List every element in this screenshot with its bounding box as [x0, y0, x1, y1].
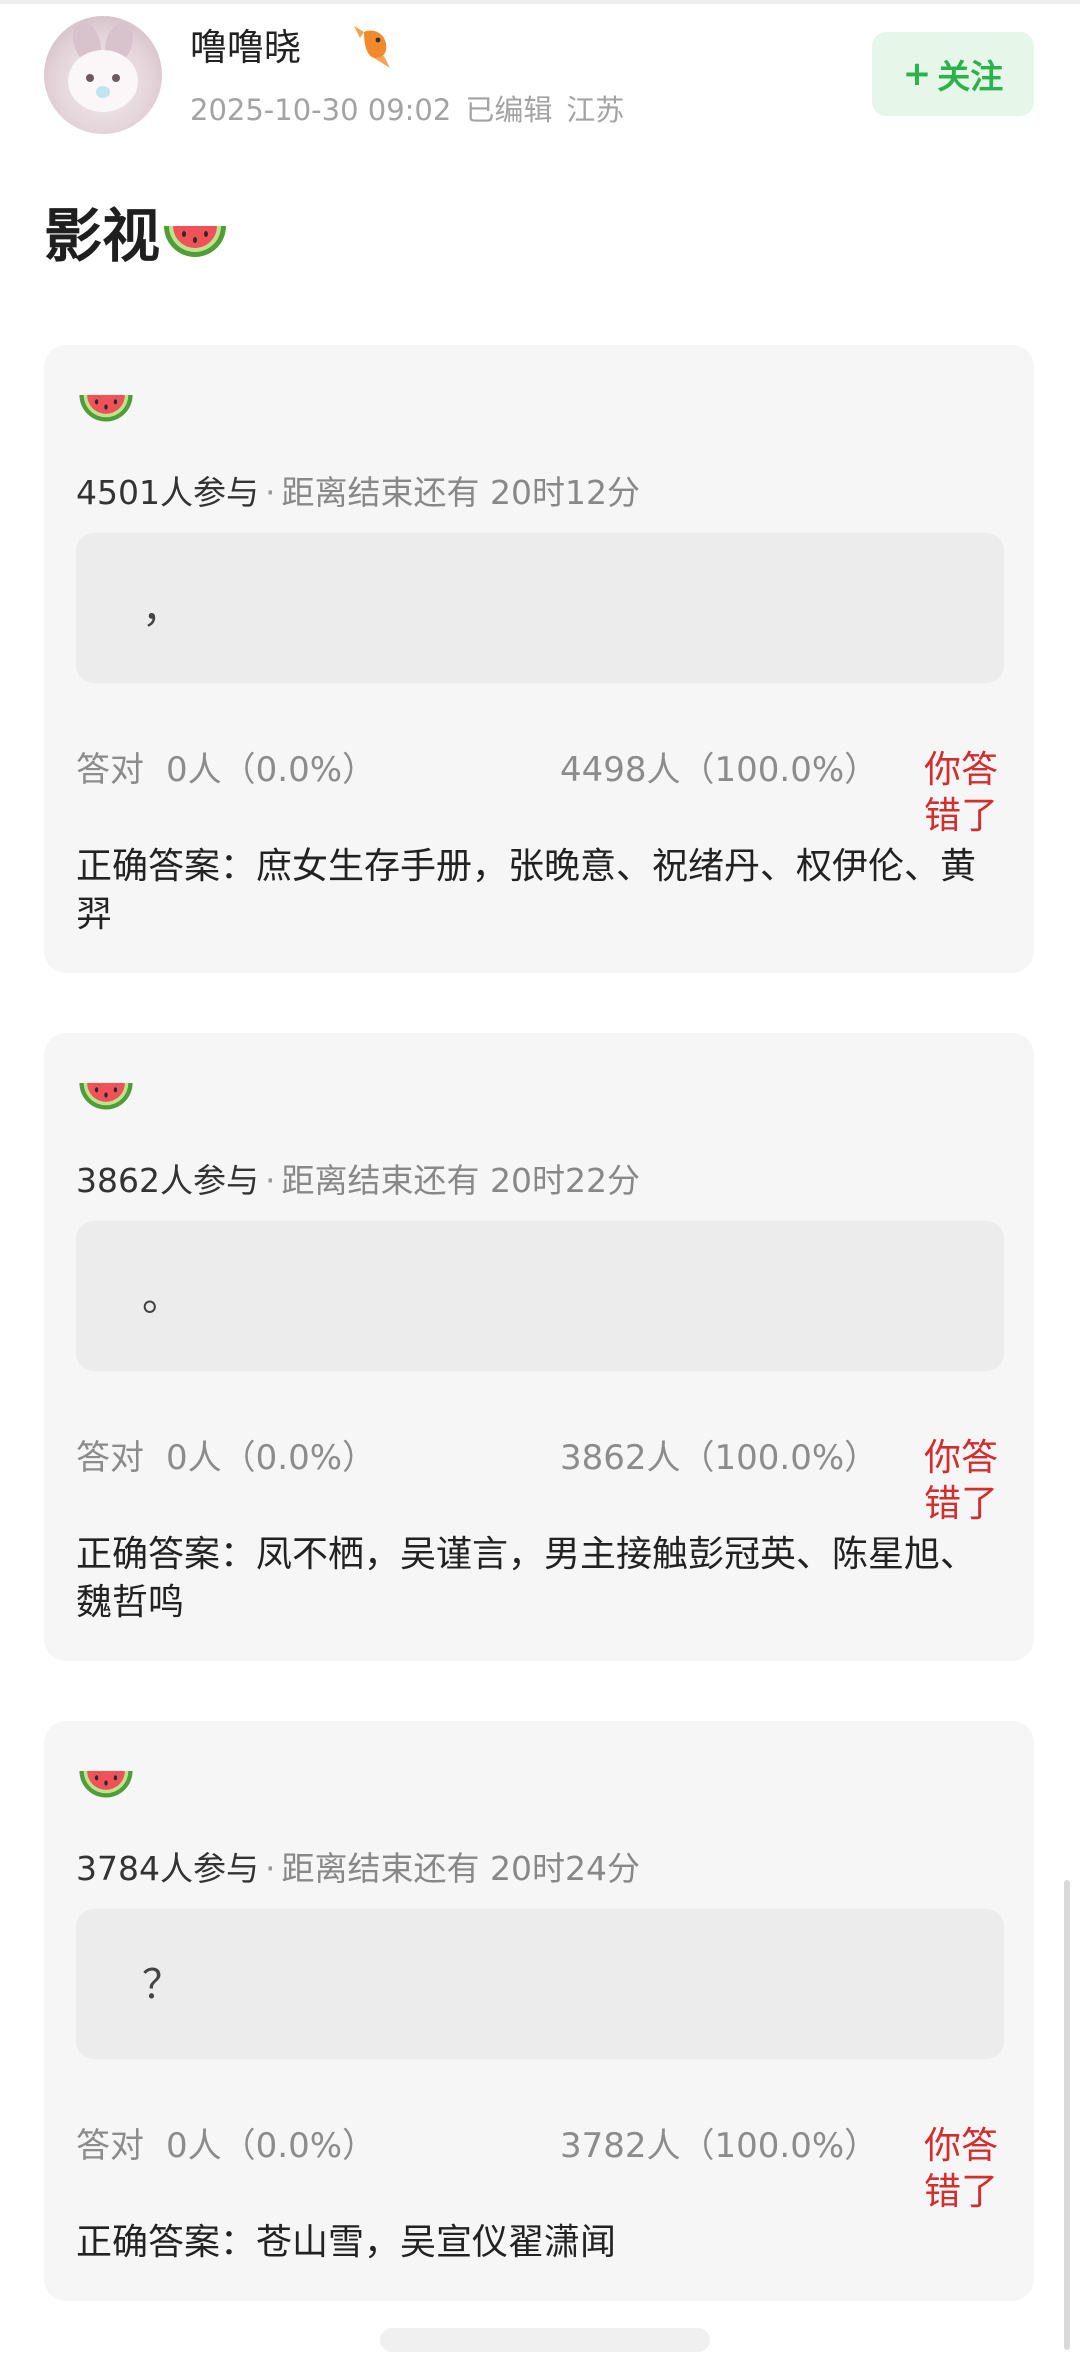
option-count: 0人（0.0%） — [166, 1438, 377, 1478]
option-count: 0人（0.0%） — [166, 750, 377, 790]
option-label: 答对 — [76, 750, 144, 790]
option-count: 0人（0.0%） — [166, 2126, 377, 2166]
time-remaining: 距离结束还有 20时24分 — [281, 1849, 640, 1888]
question-box: 。 — [76, 1221, 1004, 1371]
result-wrong-label: 你答错了 — [924, 2124, 998, 2213]
quiz-card: 3862人参与 · 距离结束还有 20时22分 。 答对 0人（0.0%） 3862人… — [44, 1033, 1034, 1661]
separator: · — [264, 473, 276, 512]
post-title: 影视 — [44, 200, 230, 272]
option-wrong-count: 3862人（100.0%） — [560, 1438, 879, 1478]
separator: · — [264, 1161, 276, 1200]
participant-count: 4501人参与 — [76, 473, 259, 512]
plus-icon: + — [902, 54, 932, 94]
question-text: ？ — [142, 1962, 182, 2008]
option-label: 答对 — [76, 1438, 144, 1478]
bottom-watermark — [380, 2328, 710, 2352]
correct-answer: 正确答案：庶女生存手册，张晚意、祝绪丹、权伊伦、黄羿 — [76, 846, 977, 935]
participant-count: 3784人参与 — [76, 1849, 259, 1888]
option-correct-count: 答对 0人（0.0%） — [76, 2123, 376, 2169]
result-wrong-label: 你答错了 — [924, 748, 998, 837]
result-wrong-label: 你答错了 — [924, 1436, 998, 1525]
option-wrong-count: 4498人（100.0%） — [560, 750, 879, 790]
option-label: 答对 — [76, 2126, 144, 2166]
question-text: 。 — [142, 1274, 182, 1320]
option-correct-count: 答对 0人（0.0%） — [76, 747, 376, 793]
post-title-text: 影视 — [44, 202, 161, 270]
watermelon-icon — [76, 1069, 136, 1125]
watermelon-icon — [76, 1757, 136, 1813]
follow-button[interactable]: + 关注 — [872, 32, 1034, 116]
post-date: 2025-10-30 09:02 — [190, 93, 452, 127]
option-correct-count: 答对 0人（0.0%） — [76, 1435, 376, 1481]
avatar[interactable] — [44, 16, 162, 134]
participant-count: 3862人参与 — [76, 1161, 259, 1200]
time-remaining: 距离结束还有 20时12分 — [281, 473, 640, 512]
username[interactable]: 噜噜晓 — [190, 24, 301, 72]
correct-answer: 正确答案：苍山雪，吴宣仪翟潇闻 — [76, 2222, 617, 2263]
top-divider — [0, 0, 1080, 4]
follow-label: 关注 — [937, 57, 1004, 96]
watermelon-icon — [160, 210, 230, 270]
separator: · — [264, 1849, 276, 1888]
time-remaining: 距离结束还有 20时22分 — [281, 1161, 640, 1200]
quiz-stats: 3784人参与 · 距离结束还有 20时24分 — [76, 1847, 640, 1891]
edited-label: 已编辑 — [465, 93, 553, 127]
watermelon-icon — [76, 381, 136, 437]
quiz-card: 3784人参与 · 距离结束还有 20时24分 ？ 答对 0人（0.0%） 3782人… — [44, 1721, 1034, 2301]
question-box: ？ — [76, 1909, 1004, 2059]
quiz-stats: 4501人参与 · 距离结束还有 20时12分 — [76, 471, 640, 515]
question-box: ， — [76, 533, 1004, 683]
correct-answer: 正确答案：凤不栖，吴谨言，男主接触彭冠英、陈星旭、魏哲鸣 — [76, 1534, 977, 1623]
post-location: 江苏 — [566, 93, 625, 127]
option-wrong-count: 3782人（100.0%） — [560, 2126, 879, 2166]
quiz-card: 4501人参与 · 距离结束还有 20时12分 ， 答对 0人（0.0%） 4498人… — [44, 345, 1034, 973]
question-text: ， — [142, 586, 182, 632]
quiz-stats: 3862人参与 · 距离结束还有 20时22分 — [76, 1159, 640, 1203]
post-meta: 2025-10-30 09:02 已编辑 江苏 — [190, 90, 638, 130]
goldfish-icon — [350, 22, 400, 83]
scrollbar[interactable] — [1064, 1880, 1070, 2350]
